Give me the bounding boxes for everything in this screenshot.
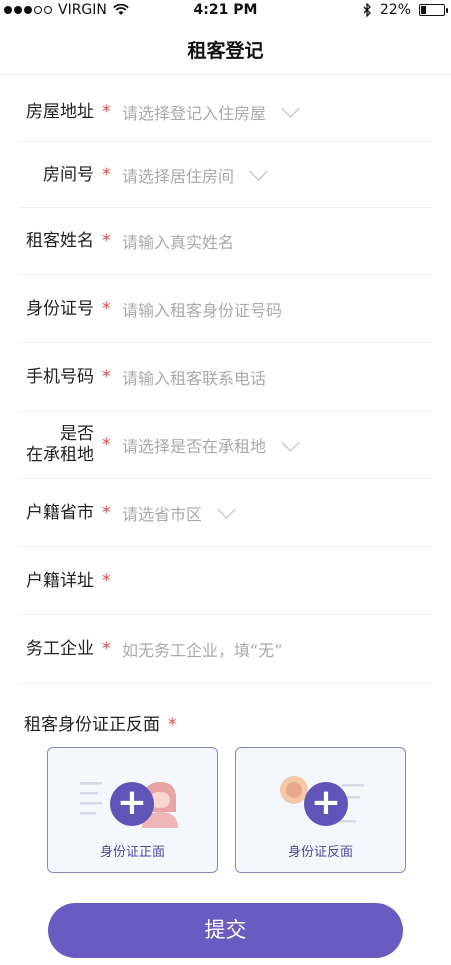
- bluetooth-icon: [363, 3, 371, 17]
- chevron-down-icon: [249, 162, 268, 181]
- field-label: 户籍省市: [26, 502, 94, 523]
- chevron-down-icon: [217, 500, 236, 519]
- required-mark: *: [102, 231, 111, 251]
- house-address-select[interactable]: 请选择登记入住房屋: [122, 100, 266, 124]
- field-hukou-address[interactable]: 户籍详址 *: [18, 547, 432, 615]
- in-rental-area-select[interactable]: 请选择是否在承租地: [122, 433, 266, 457]
- field-label-line2: 在承租地: [26, 445, 94, 465]
- required-mark: *: [168, 715, 177, 735]
- required-mark: *: [102, 502, 111, 523]
- field-label: 租客姓名: [26, 231, 94, 251]
- hukou-province-select[interactable]: 请选省市区: [122, 501, 202, 525]
- chevron-down-icon: [281, 99, 300, 118]
- status-right: 22%: [363, 2, 448, 18]
- tenant-name-input[interactable]: 请输入真实姓名: [122, 229, 234, 253]
- required-mark: *: [102, 639, 111, 659]
- plus-circle-icon[interactable]: +: [110, 782, 154, 826]
- required-mark: *: [102, 435, 111, 455]
- required-mark: *: [102, 367, 111, 387]
- nav-divider: [0, 74, 451, 75]
- field-label: 房间号: [43, 164, 94, 185]
- field-label: 务工企业: [26, 639, 94, 659]
- field-in-rental-area[interactable]: 是否 在承租地 * 请选择是否在承租地: [18, 412, 432, 479]
- room-number-select[interactable]: 请选择居住房间: [122, 163, 234, 187]
- id-back-upload[interactable]: + 身份证反面: [235, 747, 406, 873]
- required-mark: *: [102, 101, 111, 122]
- field-room-number[interactable]: 房间号 * 请选择居住房间: [18, 142, 432, 208]
- field-id-number[interactable]: 身份证号 * 请输入租客身份证号码: [18, 275, 432, 343]
- id-number-input[interactable]: 请输入租客身份证号码: [122, 297, 282, 321]
- required-mark: *: [102, 164, 111, 185]
- field-label: 身份证号: [26, 298, 94, 319]
- id-front-caption: 身份证正面: [99, 845, 165, 860]
- id-photos-label: 租客身份证正反面 *: [24, 710, 177, 735]
- id-photos-label-text: 租客身份证正反面: [24, 715, 160, 735]
- field-label: 是否 在承租地: [18, 424, 94, 466]
- field-house-address[interactable]: 房屋地址 * 请选择登记入住房屋: [18, 82, 432, 142]
- phone-input[interactable]: 请输入租客联系电话: [122, 365, 266, 389]
- field-employer[interactable]: 务工企业 * 如无务工企业，填“无”: [18, 615, 432, 684]
- battery-percent: 22%: [379, 2, 411, 18]
- plus-circle-icon[interactable]: +: [304, 782, 348, 826]
- submit-button[interactable]: 提交: [48, 903, 403, 958]
- field-phone[interactable]: 手机号码 * 请输入租客联系电话: [18, 343, 432, 412]
- battery-icon: [419, 4, 448, 16]
- field-label: 手机号码: [26, 367, 94, 387]
- employer-input[interactable]: 如无务工企业，填“无”: [122, 637, 283, 661]
- required-mark: *: [102, 570, 111, 591]
- id-front-upload[interactable]: + 身份证正面: [47, 747, 218, 873]
- status-bar: VIRGIN 4:21 PM 22%: [0, 0, 451, 22]
- field-label-line1: 是否: [60, 424, 94, 444]
- chevron-down-icon: [281, 432, 300, 452]
- id-back-caption: 身份证反面: [287, 845, 353, 860]
- battery-fill: [421, 6, 426, 14]
- field-label: 房屋地址: [26, 101, 94, 122]
- field-label: 户籍详址: [26, 570, 94, 591]
- field-tenant-name[interactable]: 租客姓名 * 请输入真实姓名: [18, 208, 432, 275]
- field-hukou-province[interactable]: 户籍省市 * 请选省市区: [18, 479, 432, 547]
- page-title: 租客登记: [187, 40, 264, 62]
- required-mark: *: [102, 298, 111, 319]
